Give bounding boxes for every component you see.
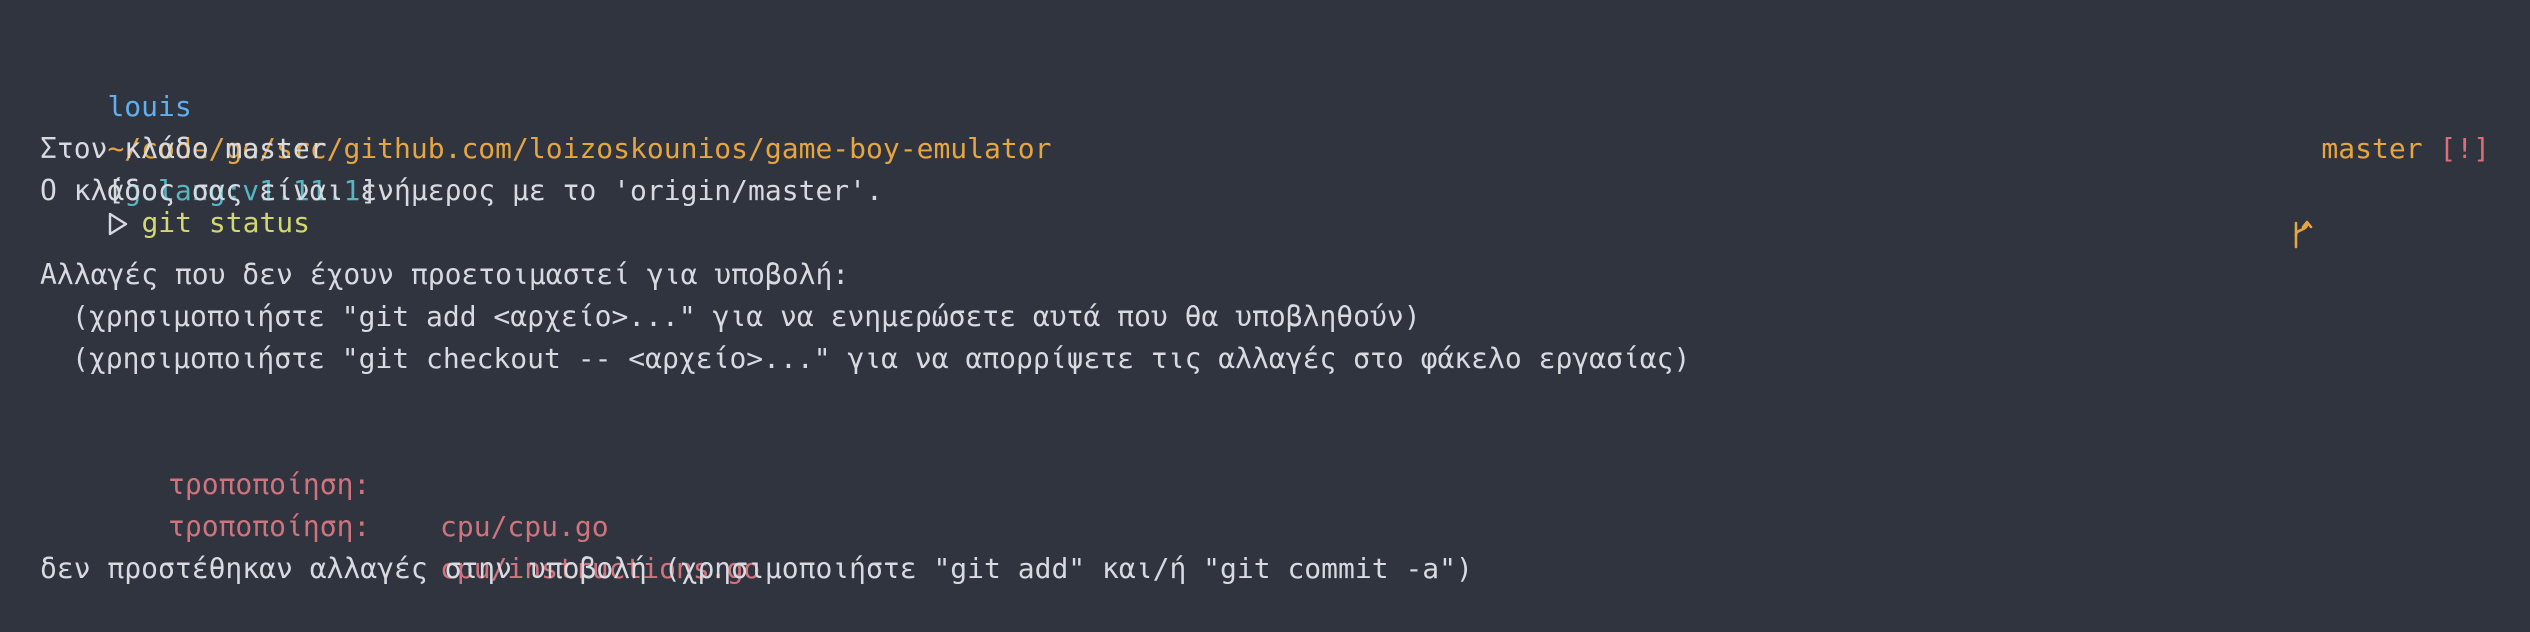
output-line: δεν προστέθηκαν αλλαγές στην υποβολή (χρ…	[40, 552, 1473, 585]
modified-file-path: cpu/cpu.go	[440, 510, 609, 543]
output-hint-line: (χρησιμοποιήστε "git add <αρχείο>..." γι…	[72, 300, 1421, 333]
git-branch-icon	[2291, 135, 2313, 249]
output-line: Ο κλάδος σας είναι ενήμερος με το 'origi…	[40, 174, 883, 207]
command-line: git status	[40, 86, 310, 239]
branch-name: master	[2321, 132, 2423, 165]
git-status-indicator: master [!]	[2224, 86, 2490, 249]
output-line: Στον κλάδο master	[40, 132, 327, 165]
prompt-context-line: louis ~/code/go/src/github.com/loizoskou…	[40, 44, 1051, 207]
modified-file-row: τροποποίηση: cpu/instructions.go	[40, 464, 1240, 585]
modified-file-row: τροποποίηση: cpu/cpu.go	[40, 422, 1240, 543]
modified-label: τροποποίηση:	[168, 510, 371, 543]
git-dirty-status: [!]	[2439, 132, 2490, 165]
output-hint-line: (χρησιμοποιήστε "git checkout -- <αρχείο…	[72, 342, 1691, 375]
terminal-window[interactable]: louis ~/code/go/src/github.com/loizoskou…	[40, 0, 2490, 630]
output-line: Αλλαγές που δεν έχουν προετοιμαστεί για …	[40, 258, 850, 291]
